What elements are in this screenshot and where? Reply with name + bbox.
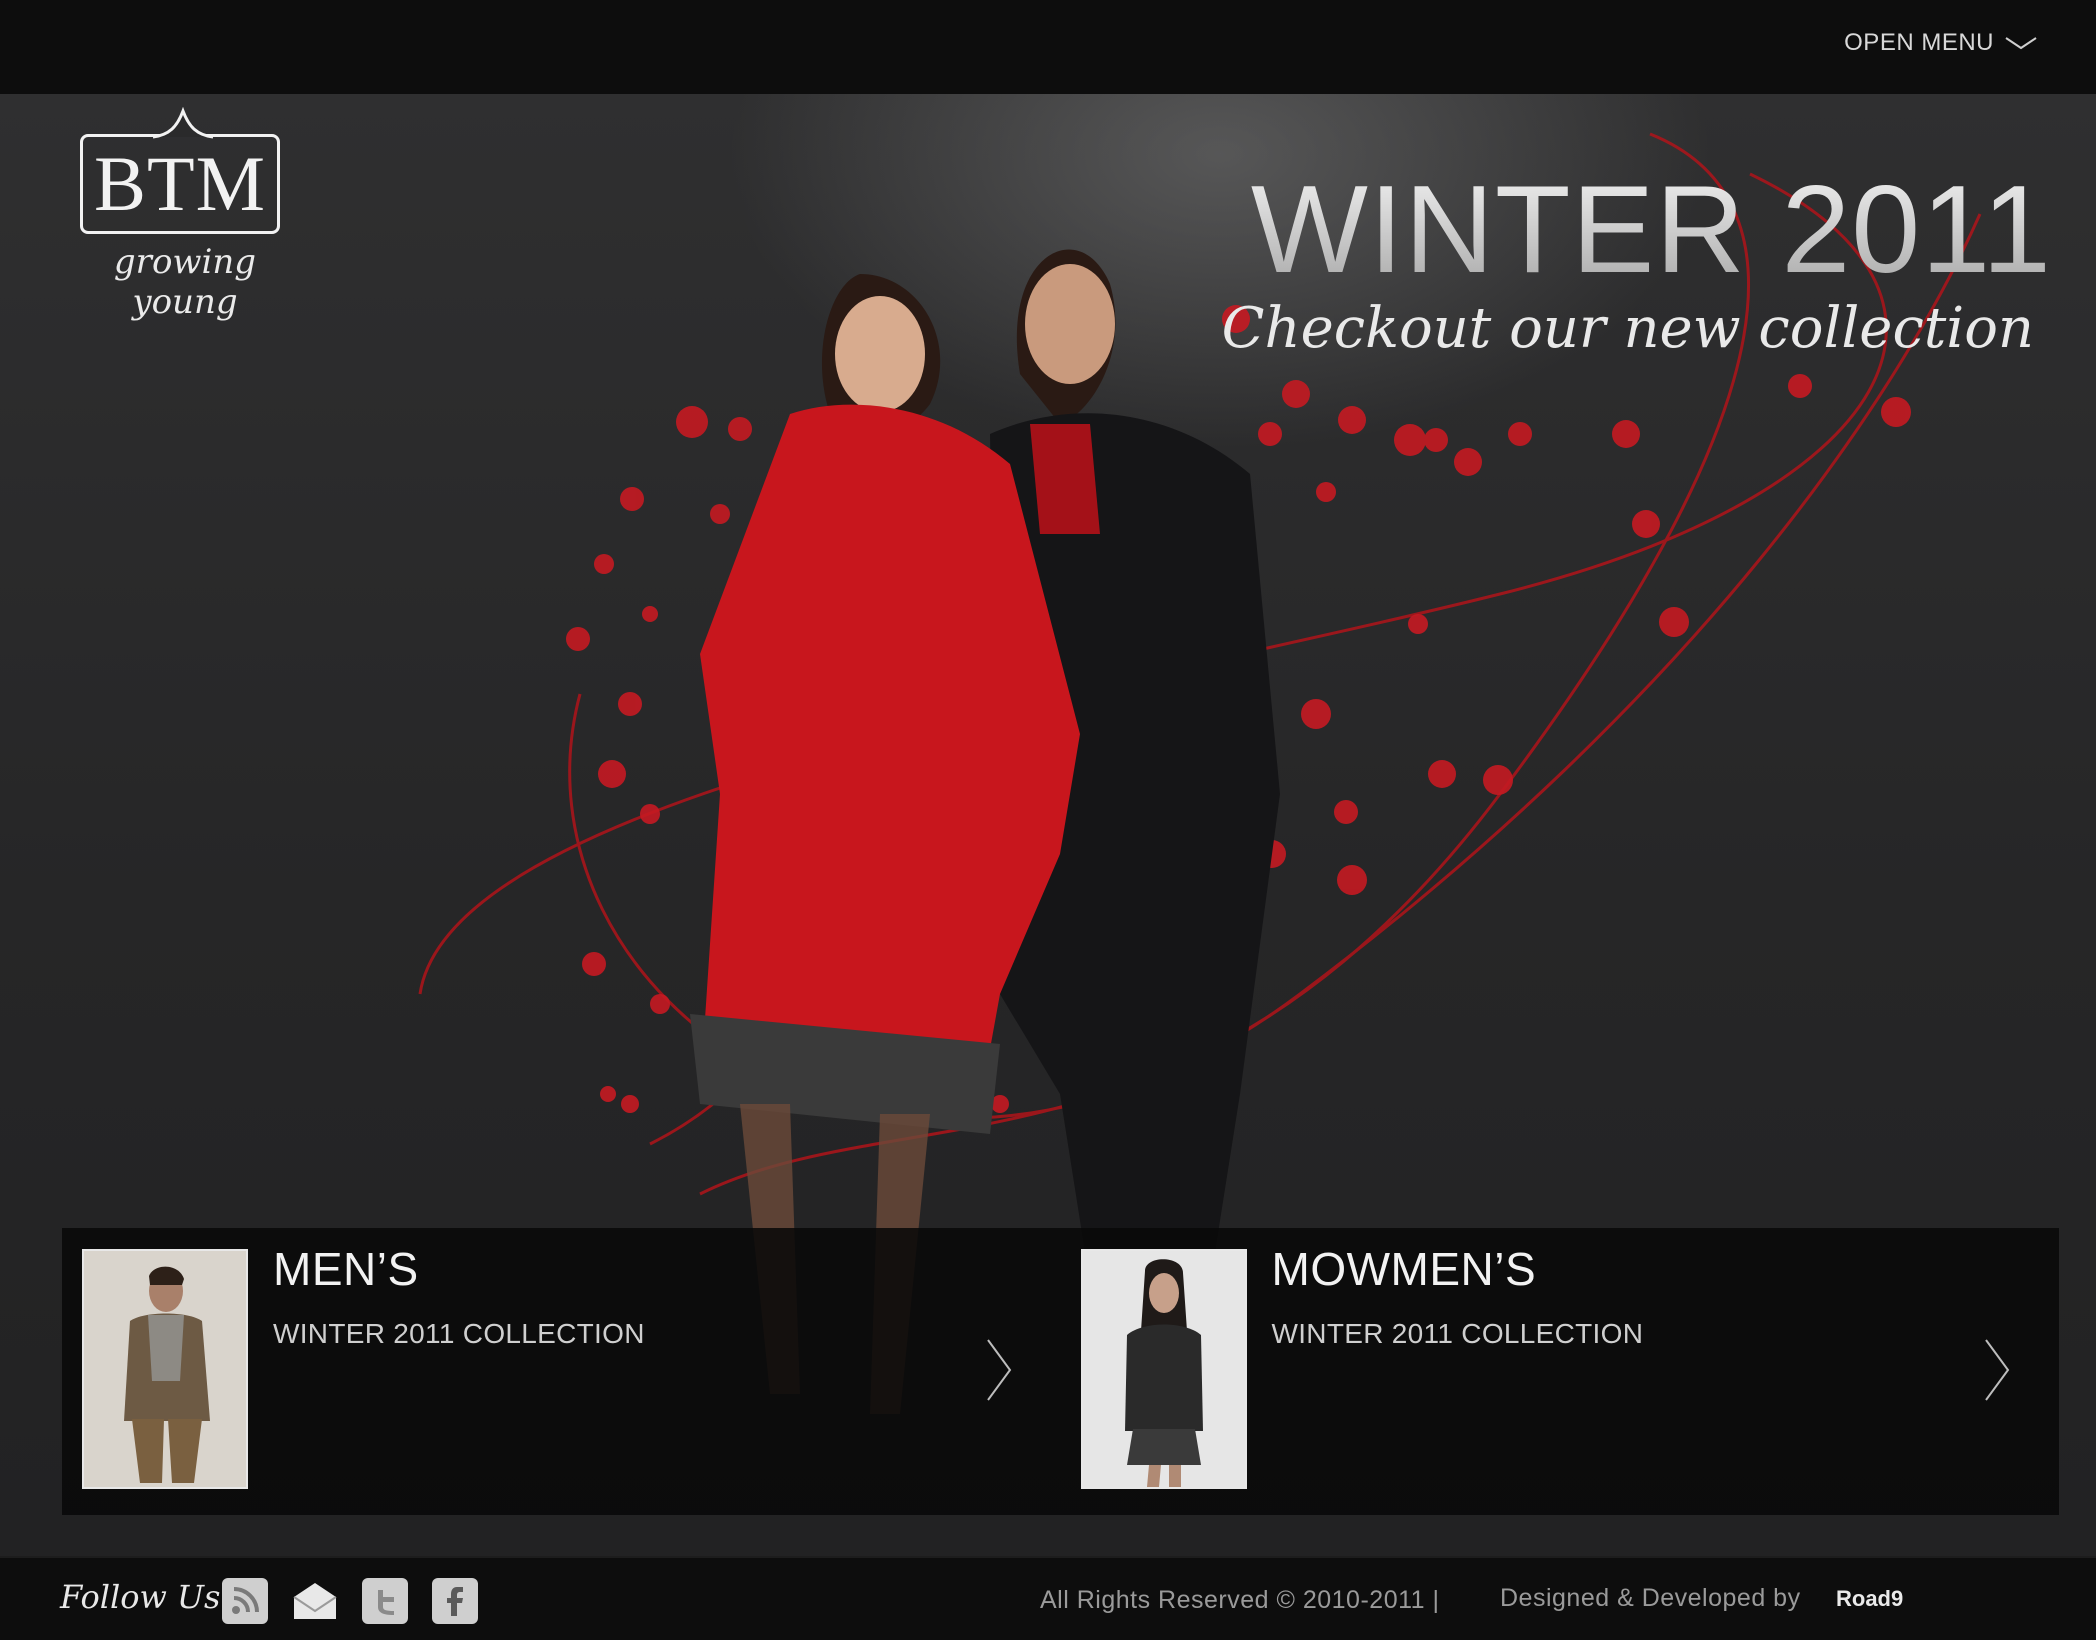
open-menu-button[interactable]: OPEN MENU	[1844, 26, 2038, 60]
womens-card-subtitle: WINTER 2011 COLLECTION	[1271, 1318, 1644, 1349]
facebook-icon[interactable]	[432, 1578, 478, 1624]
twitter-icon[interactable]	[362, 1578, 408, 1624]
social-links	[222, 1578, 478, 1624]
brand-logo[interactable]: BTM growing young	[80, 107, 290, 322]
credit-text: Designed & Developed by	[1500, 1584, 1801, 1612]
mens-card-subtitle: WINTER 2011 COLLECTION	[273, 1318, 645, 1349]
mens-card-title: MEN’S	[273, 1243, 419, 1295]
chevron-down-icon	[2005, 37, 2037, 50]
top-bar: OPEN MENU	[0, 0, 2096, 94]
womens-thumbnail[interactable]	[1080, 1249, 1247, 1489]
follow-us-label: Follow Us	[60, 1578, 221, 1616]
open-menu-label: OPEN MENU	[1844, 29, 1994, 56]
developer-brand-link[interactable]: Road9	[1836, 1586, 1903, 1612]
crown-icon	[153, 107, 213, 139]
logo-box: BTM	[80, 107, 280, 234]
rss-icon[interactable]	[222, 1578, 268, 1624]
collection-cards: MEN’S WINTER 2011 COLLECTION MOWMEN’S WI…	[62, 1228, 2059, 1515]
womens-card-title: MOWMEN’S	[1271, 1243, 1537, 1295]
hero-subtitle: Checkout our new collection	[1221, 296, 2034, 361]
chevron-right-icon[interactable]	[985, 1338, 1013, 1402]
mens-thumbnail[interactable]	[82, 1249, 248, 1489]
chevron-right-icon[interactable]	[1983, 1338, 2011, 1402]
logo-tagline: growing young	[113, 242, 257, 322]
hero-title: WINTER 2011	[1250, 161, 2052, 299]
copyright-text: All Rights Reserved © 2010-2011 |	[1040, 1586, 1440, 1614]
mail-icon[interactable]	[292, 1578, 338, 1624]
footer: Follow Us All Rights Reserved © 2010-201…	[0, 1556, 2096, 1640]
womens-photo	[1082, 1251, 1245, 1487]
mens-collection-card[interactable]: MEN’S WINTER 2011 COLLECTION	[62, 1228, 1061, 1515]
womens-collection-card[interactable]: MOWMEN’S WINTER 2011 COLLECTION	[1061, 1228, 2060, 1515]
mens-photo	[84, 1251, 246, 1487]
logo-text: BTM	[93, 140, 267, 227]
